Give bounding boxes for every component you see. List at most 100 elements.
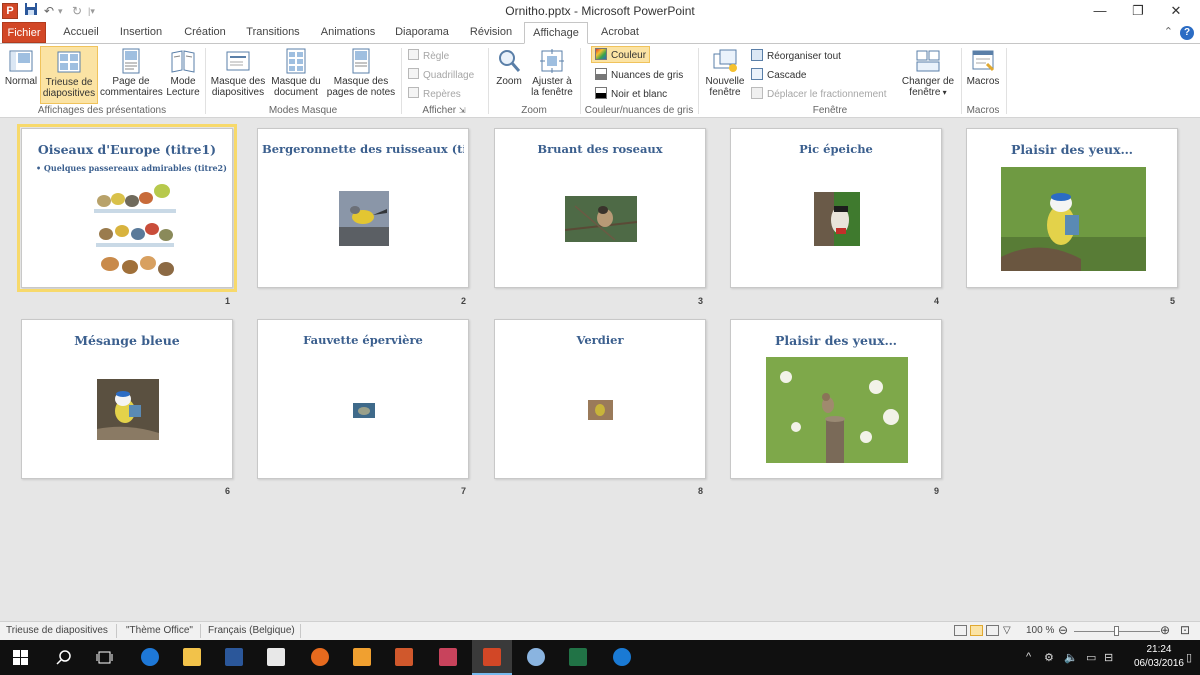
status-language[interactable]: Français (Belgique): [208, 625, 295, 636]
ruler-checkbox[interactable]: Règle: [408, 48, 449, 65]
slide-sorter-button[interactable]: Trieuse de diapositives: [40, 46, 98, 104]
paint-icon[interactable]: [516, 640, 556, 675]
gridlines-checkbox[interactable]: Quadrillage: [408, 67, 474, 84]
notes-master-button[interactable]: Masque des pages de notes: [325, 46, 397, 104]
group-label-master-views: Modes Masque: [268, 105, 338, 116]
volume-icon[interactable]: 🔈: [1064, 651, 1078, 664]
store-icon[interactable]: [256, 640, 296, 675]
tab-acrobat[interactable]: Acrobat: [594, 22, 646, 43]
black-white-button[interactable]: Noir et blanc: [595, 86, 667, 103]
notifications-icon[interactable]: ▯: [1186, 651, 1192, 664]
zoom-button[interactable]: Zoom: [493, 46, 525, 104]
notes-page-button[interactable]: Page de commentaires: [100, 46, 163, 104]
restore-button[interactable]: ❐: [1120, 0, 1156, 22]
fit-to-window-button[interactable]: Ajuster à la fenêtre: [527, 46, 577, 104]
slide-master-button[interactable]: Masque des diapositives: [209, 46, 267, 104]
language-icon[interactable]: ⊟: [1104, 651, 1113, 664]
normal-view-button[interactable]: Normal: [3, 46, 39, 104]
firefox-icon[interactable]: [300, 640, 340, 675]
tab-animations[interactable]: Animations: [314, 22, 382, 43]
file-explorer-icon[interactable]: [172, 640, 212, 675]
arrange-all-button[interactable]: Réorganiser tout: [751, 48, 841, 65]
zoom-slider-thumb[interactable]: [1114, 626, 1119, 636]
tab-insertion[interactable]: Insertion: [113, 22, 169, 43]
powerpoint-app-icon[interactable]: P: [2, 3, 18, 19]
zoom-in-icon[interactable]: ⊕: [1160, 623, 1170, 637]
tab-affichage[interactable]: Affichage: [524, 22, 588, 44]
help-icon[interactable]: ?: [1180, 26, 1194, 40]
slideshow-icon[interactable]: ▽: [1003, 625, 1011, 636]
switch-windows-button[interactable]: Changer de fenêtre ▾: [897, 46, 959, 104]
tab-fichier[interactable]: Fichier: [2, 22, 46, 43]
excel-icon[interactable]: [558, 640, 598, 675]
reading-view-icon[interactable]: [986, 625, 999, 636]
show-group-title: Afficher: [422, 105, 457, 116]
search-icon[interactable]: [44, 640, 84, 675]
slide-number: 9: [933, 486, 939, 496]
undo-icon[interactable]: ↶: [44, 2, 54, 20]
slide-number: 7: [460, 486, 466, 496]
handout-master-button[interactable]: Masque du document: [268, 46, 324, 104]
slide-thumbnail-4[interactable]: Pic épeiche: [730, 128, 942, 288]
slide-sorter-view-icon[interactable]: [970, 625, 983, 636]
access-icon[interactable]: [428, 640, 468, 675]
save-icon[interactable]: [24, 2, 38, 20]
slide-bullet: • Quelques passereaux admirables (titre2…: [36, 163, 227, 173]
tab-accueil[interactable]: Accueil: [56, 22, 106, 43]
zoom-level[interactable]: 100 %: [1026, 625, 1054, 636]
redo-icon[interactable]: ↻: [72, 2, 82, 20]
grayscale-button[interactable]: Nuances de gris: [595, 67, 683, 84]
dialog-launcher-icon[interactable]: ⇲: [459, 106, 466, 115]
checkbox-icon: [408, 87, 419, 98]
tab-diaporama[interactable]: Diaporama: [390, 22, 454, 43]
outlook-icon[interactable]: [342, 640, 382, 675]
collapse-ribbon-icon[interactable]: ⌃: [1164, 26, 1173, 38]
slide-thumbnail-6[interactable]: Mésange bleue: [21, 319, 233, 479]
network-icon[interactable]: ⚙: [1044, 651, 1054, 664]
cascade-button[interactable]: Cascade: [751, 67, 806, 84]
close-button[interactable]: ✕: [1158, 0, 1194, 22]
media-player-icon[interactable]: [384, 640, 424, 675]
slide-thumbnail-9[interactable]: Plaisir des yeux…: [730, 319, 942, 479]
tab-transitions[interactable]: Transitions: [240, 22, 306, 43]
task-view-icon[interactable]: [84, 640, 124, 675]
normal-view-icon[interactable]: [954, 625, 967, 636]
battery-icon[interactable]: ▭: [1086, 651, 1096, 664]
slide-thumbnail-5[interactable]: Plaisir des yeux…: [966, 128, 1178, 288]
customize-qat-icon[interactable]: |▾: [88, 2, 95, 20]
reading-view-button[interactable]: Mode Lecture: [165, 46, 201, 104]
tab-creation[interactable]: Création: [177, 22, 233, 43]
teamviewer-icon[interactable]: [602, 640, 642, 675]
slide-title: Oiseaux d'Europe (titre1): [37, 142, 217, 157]
slide-thumbnail-1[interactable]: Oiseaux d'Europe (titre1) • Quelques pas…: [17, 124, 237, 292]
move-split-button[interactable]: Déplacer le fractionnement: [751, 86, 887, 103]
move-split-icon: [751, 87, 763, 99]
guides-checkbox[interactable]: Repères: [408, 86, 461, 103]
fit-slide-icon[interactable]: ⊡: [1180, 623, 1190, 637]
new-window-button[interactable]: Nouvelle fenêtre: [703, 46, 747, 104]
powerpoint-taskbar-icon[interactable]: [472, 640, 512, 675]
macros-button[interactable]: Macros: [964, 46, 1002, 104]
status-separator: [200, 624, 201, 638]
grayscale-swatch-icon: [595, 68, 607, 80]
group-separator: [488, 48, 489, 114]
zoom-out-icon[interactable]: ⊖: [1058, 623, 1068, 637]
slide-thumbnail-3[interactable]: Bruant des roseaux: [494, 128, 706, 288]
undo-dropdown-icon[interactable]: ▾: [58, 2, 63, 20]
normal-view-icon: [9, 50, 33, 72]
color-button[interactable]: Couleur: [591, 46, 651, 63]
word-icon[interactable]: [214, 640, 254, 675]
system-clock[interactable]: 21:24 06/03/2016: [1134, 643, 1184, 671]
zoom-slider[interactable]: [1074, 626, 1160, 636]
edge-icon[interactable]: [130, 640, 170, 675]
slide-thumbnail-8[interactable]: Verdier: [494, 319, 706, 479]
barred-warbler-photo: [353, 403, 375, 418]
new-window-icon: [713, 49, 737, 72]
minimize-button[interactable]: —: [1082, 0, 1118, 22]
tab-revision[interactable]: Révision: [463, 22, 519, 43]
slide-thumbnail-2[interactable]: Bergeronnette des ruisseaux (titre1): [257, 128, 469, 288]
windows-start-icon[interactable]: [0, 640, 40, 675]
show-hidden-icons-icon[interactable]: ^: [1026, 651, 1031, 663]
group-separator: [1006, 48, 1007, 114]
slide-thumbnail-7[interactable]: Fauvette épervière: [257, 319, 469, 479]
